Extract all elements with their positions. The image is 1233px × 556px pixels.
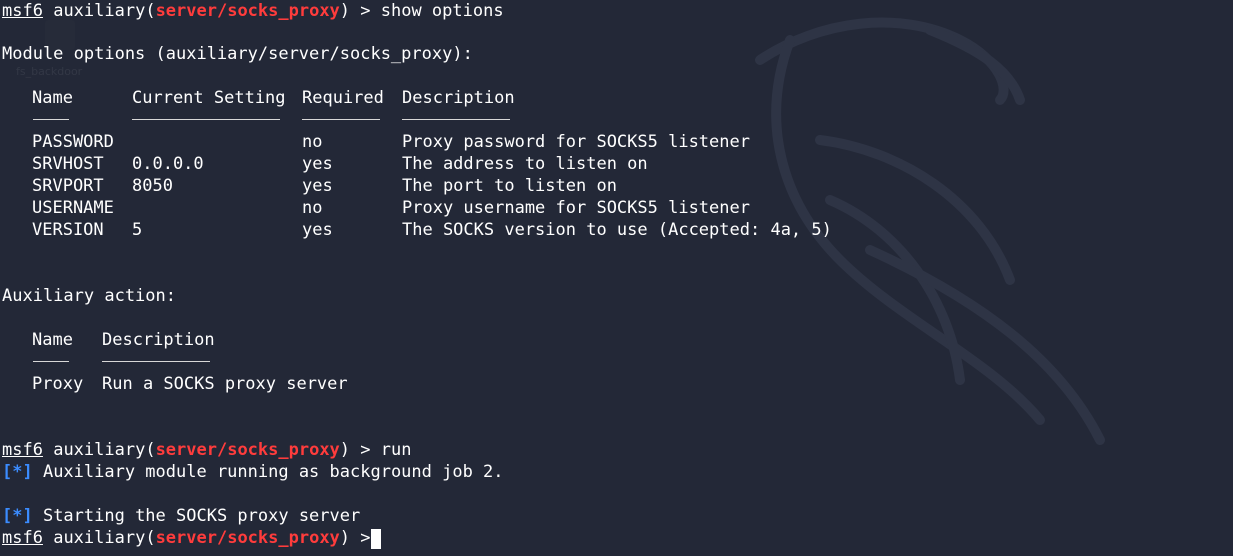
prompt-line: msf6 auxiliary(server/socks_proxy) > run [2, 439, 411, 461]
auxiliary-action-title: Auxiliary action: [2, 286, 176, 306]
action-header-description: Description [102, 330, 215, 350]
options-row-current: 0.0.0.0 [132, 154, 204, 174]
status-marker: [*] [2, 462, 33, 482]
options-header-required-rule [302, 119, 380, 120]
status-line-start: [*] Starting the SOCKS proxy server [2, 505, 360, 527]
prompt-line-active[interactable]: msf6 auxiliary(server/socks_proxy) > [2, 527, 381, 549]
prompt-pre: auxiliary( [53, 440, 156, 460]
options-row-current: 8050 [132, 176, 173, 196]
options-row-name: VERSION [32, 220, 104, 240]
options-row-required: no [302, 132, 323, 152]
options-row-name: SRVPORT [32, 176, 104, 196]
options-header-name-rule [33, 119, 69, 120]
action-row-name: Proxy [32, 374, 84, 394]
options-row-required: yes [302, 154, 333, 174]
module-name: server/socks_proxy [155, 528, 340, 548]
options-row-name: USERNAME [32, 198, 114, 218]
msf-label: msf6 [2, 440, 43, 460]
status-marker: [*] [2, 506, 33, 526]
action-header-description-rule [102, 361, 210, 362]
prompt-line: msf6 auxiliary(server/socks_proxy) > sho… [2, 0, 504, 22]
prompt-post: ) > [339, 1, 381, 21]
options-row-required: no [302, 198, 323, 218]
options-header-description-rule [402, 119, 510, 120]
command-run: run [380, 440, 412, 460]
prompt-pre: auxiliary( [53, 1, 156, 21]
prompt-pre: auxiliary( [53, 528, 156, 548]
options-row-description: The port to listen on [402, 176, 617, 196]
msf-label: msf6 [2, 528, 43, 548]
status-start-text: Starting the SOCKS proxy server [32, 506, 361, 526]
options-row-description: Proxy username for SOCKS5 listener [402, 198, 750, 218]
text-cursor [371, 529, 381, 549]
command-show-options: show options [380, 1, 504, 21]
options-row-required: yes [302, 176, 333, 196]
options-row-description: Proxy password for SOCKS5 listener [402, 132, 750, 152]
action-header-name: Name [32, 330, 73, 350]
options-header-name: Name [32, 88, 73, 108]
prompt-post: ) > [339, 440, 381, 460]
action-row-description: Run a SOCKS proxy server [102, 374, 348, 394]
options-row-description: The SOCKS version to use (Accepted: 4a, … [402, 220, 832, 240]
msf-label: msf6 [2, 1, 43, 21]
terminal-output[interactable]: msf6 auxiliary(server/socks_proxy) > sho… [0, 0, 1233, 556]
options-row-current: 5 [132, 220, 143, 240]
options-row-name: PASSWORD [32, 132, 114, 152]
module-name: server/socks_proxy [155, 1, 340, 21]
options-row-required: yes [302, 220, 333, 240]
options-row-description: The address to listen on [402, 154, 648, 174]
options-header-current: Current Setting [132, 88, 286, 108]
options-header-description: Description [402, 88, 515, 108]
module-options-title: Module options (auxiliary/server/socks_p… [2, 44, 473, 64]
options-row-name: SRVHOST [32, 154, 104, 174]
module-name: server/socks_proxy [155, 440, 340, 460]
action-header-name-rule [33, 361, 69, 362]
options-header-required: Required [302, 88, 384, 108]
status-job-text: Auxiliary module running as background j… [32, 462, 504, 482]
status-line-job: [*] Auxiliary module running as backgrou… [2, 461, 504, 483]
options-header-current-rule [132, 119, 280, 120]
